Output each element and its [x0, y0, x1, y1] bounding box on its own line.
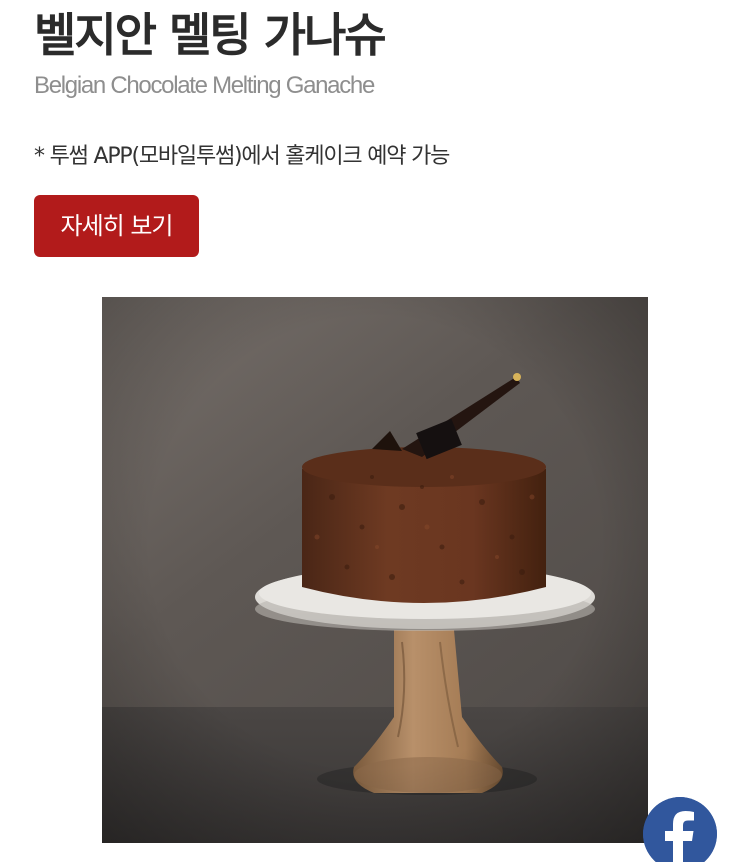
- product-subtitle: Belgian Chocolate Melting Ganache: [34, 72, 375, 99]
- facebook-share-button[interactable]: [643, 797, 717, 862]
- product-title: 벨지안 멜팅 가나슈: [34, 8, 387, 62]
- reservation-notice: * 투썸 APP(모바일투썸)에서 홀케이크 예약 가능: [34, 144, 450, 169]
- facebook-icon: [643, 797, 717, 862]
- cake-image: [102, 297, 648, 843]
- product-page: 벨지안 멜팅 가나슈 Belgian Chocolate Melting Gan…: [0, 0, 750, 862]
- view-details-button[interactable]: 자세히 보기: [34, 195, 199, 257]
